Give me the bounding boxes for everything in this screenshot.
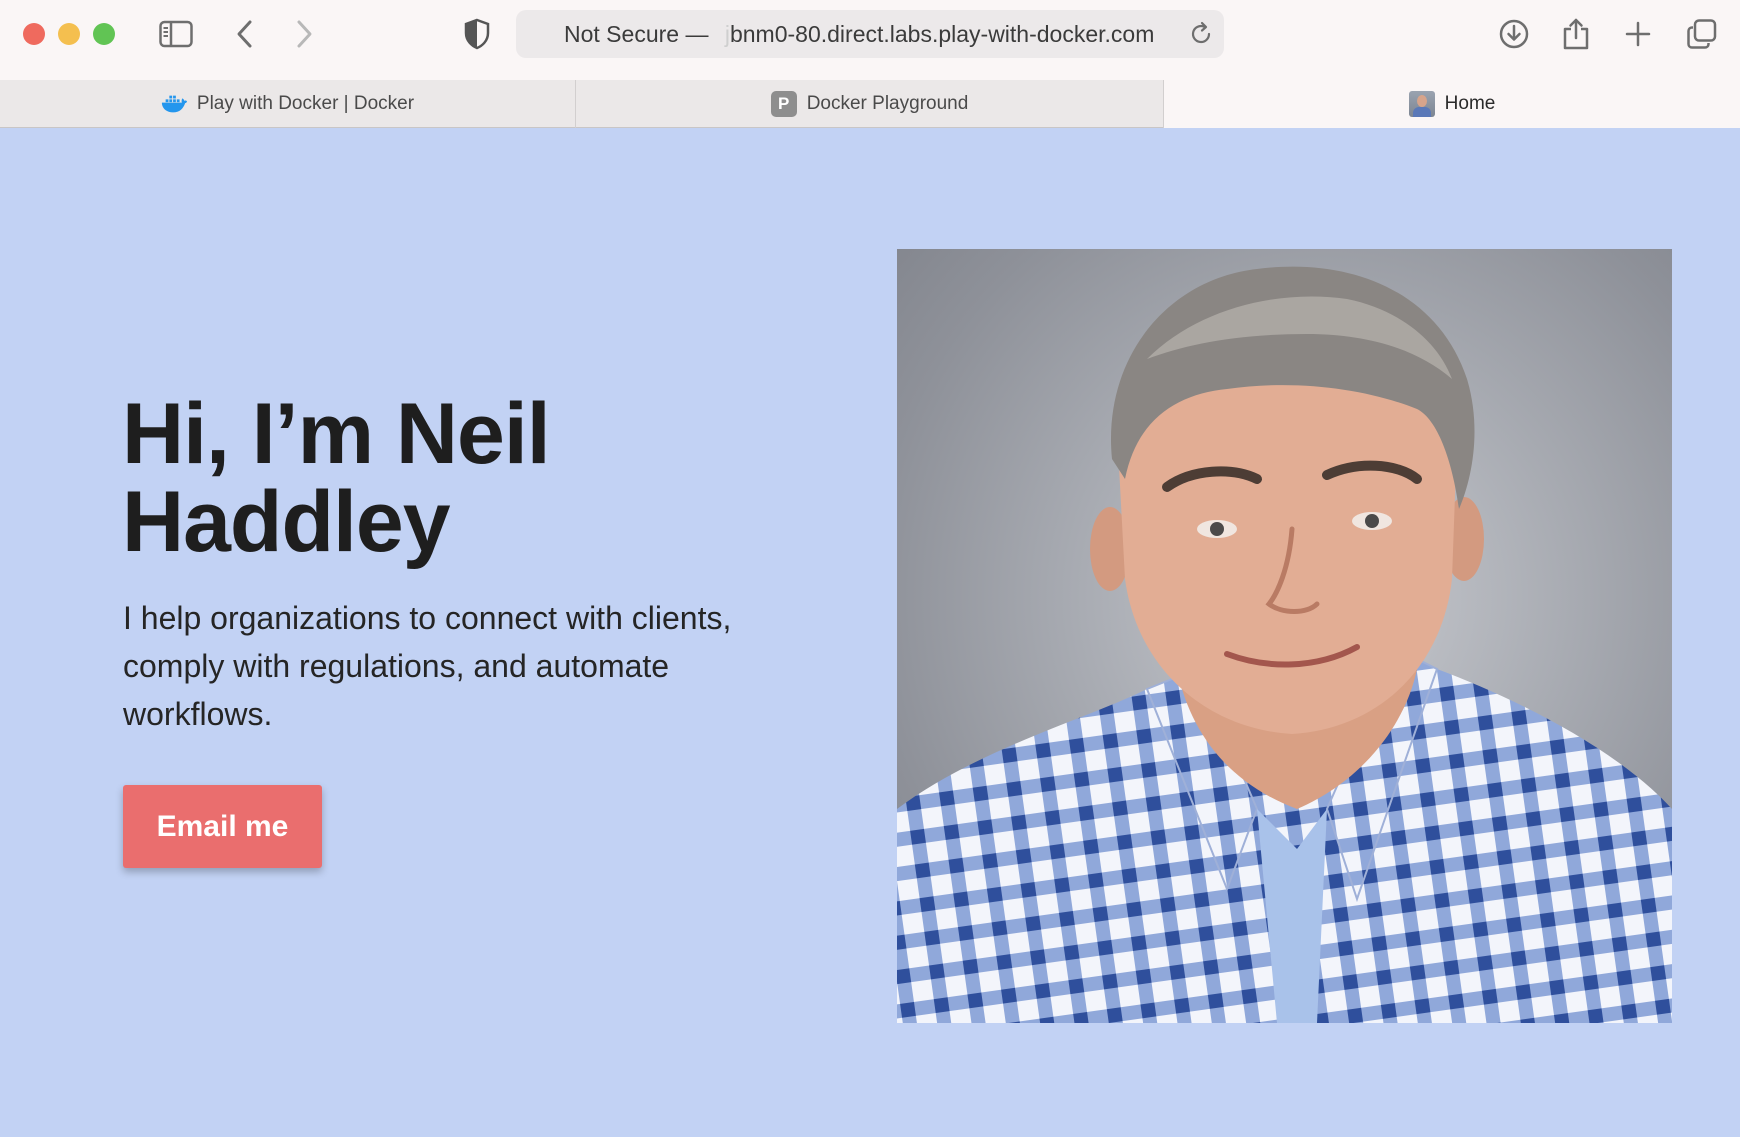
- profile-photo: [897, 249, 1672, 1023]
- email-me-button[interactable]: Email me: [123, 785, 322, 868]
- hero-title: Hi, I’m Neil Haddley: [122, 386, 551, 570]
- portrait-thumbnail-icon: [1408, 91, 1435, 117]
- portrait-illustration: [897, 266, 1672, 1023]
- security-label: Not Secure: [564, 21, 680, 47]
- docker-whale-icon: [161, 91, 187, 117]
- browser-toolbar: Not Secure — jbnm0-80.direct.labs.play-w…: [0, 0, 1740, 80]
- hero-subtitle: I help organizations to connect with cli…: [123, 600, 732, 732]
- p-letter-icon: P: [770, 91, 797, 117]
- address-bar-text: Not Secure — jbnm0-80.direct.labs.play-w…: [564, 10, 1154, 58]
- close-window-button[interactable]: [23, 23, 45, 45]
- share-icon[interactable]: [1556, 14, 1596, 54]
- new-tab-plus-icon[interactable]: [1618, 14, 1658, 54]
- tab-home-active[interactable]: Home: [1164, 80, 1740, 128]
- minimize-window-button[interactable]: [58, 23, 80, 45]
- forward-arrow-icon[interactable]: [284, 14, 324, 54]
- address-bar[interactable]: Not Secure — jbnm0-80.direct.labs.play-w…: [516, 10, 1224, 58]
- tab-label: Docker Playground: [806, 93, 969, 114]
- privacy-shield-icon[interactable]: [457, 14, 497, 54]
- sidebar-toggle-icon[interactable]: [156, 14, 196, 54]
- address-separator: —: [685, 21, 709, 47]
- downloads-icon[interactable]: [1494, 14, 1534, 54]
- tab-overview-icon[interactable]: [1682, 14, 1722, 54]
- tab-label: Play with Docker | Docker: [196, 93, 415, 114]
- tab-bar: Play with Docker | Docker P Docker Playg…: [0, 80, 1740, 128]
- back-arrow-icon[interactable]: [225, 14, 265, 54]
- zoom-window-button[interactable]: [93, 23, 115, 45]
- tab-docker-playground[interactable]: P Docker Playground: [576, 80, 1164, 128]
- url-text: bnm0-80.direct.labs.play-with-docker.com: [729, 21, 1155, 47]
- tab-play-with-docker[interactable]: Play with Docker | Docker: [0, 80, 576, 128]
- tab-label: Home: [1444, 93, 1496, 114]
- reload-icon[interactable]: [1188, 21, 1214, 47]
